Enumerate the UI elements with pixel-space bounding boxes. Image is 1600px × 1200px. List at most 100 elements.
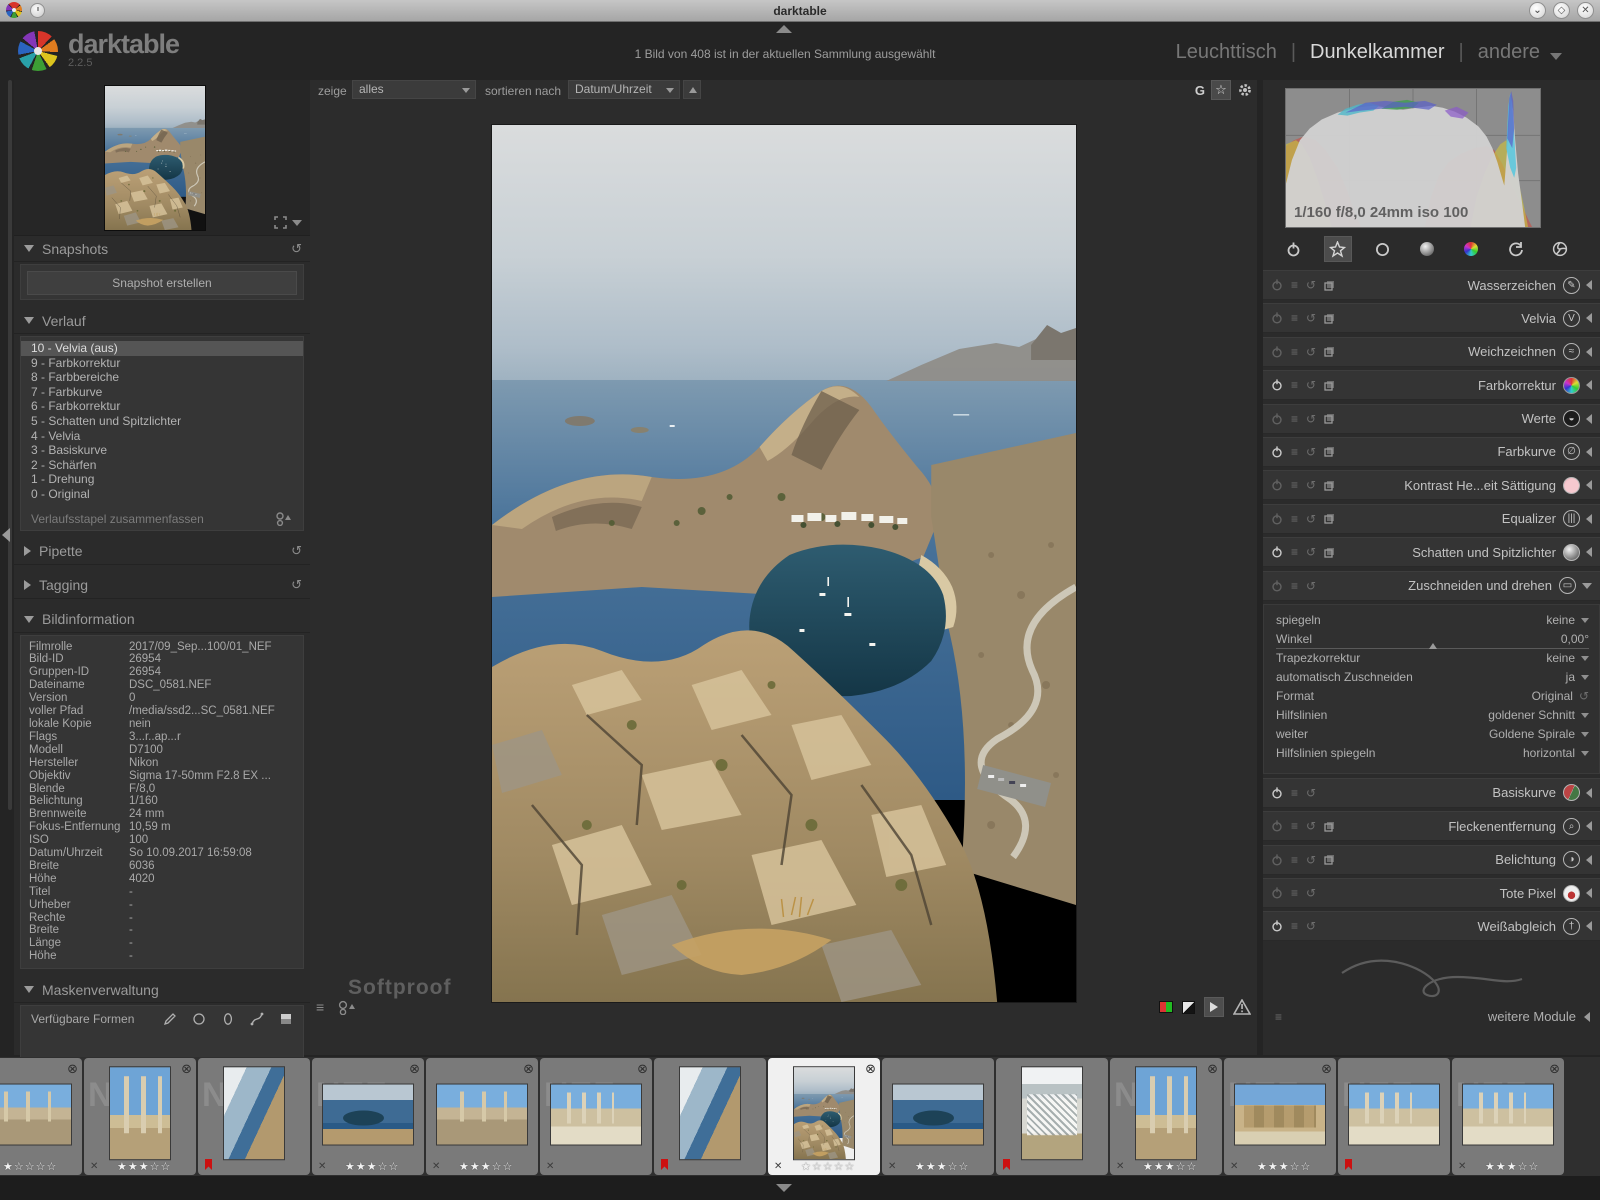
duplicate-manager-icon[interactable] [338,1000,356,1015]
section-reset-icon[interactable]: ↺ [291,241,302,257]
thumbnail-image[interactable] [1348,1083,1440,1145]
star-rating[interactable]: ★★★☆☆ [1485,1160,1539,1173]
reject-mark[interactable]: ✕ [1458,1161,1466,1172]
history-item[interactable]: 7 - Farbkurve [21,385,303,400]
thumbnail-image[interactable] [109,1066,171,1160]
module-expander-icon[interactable] [1586,313,1592,323]
filmstrip-cell[interactable]: NEF⊗✕★★★☆☆ [1224,1058,1336,1175]
softproof-toggle-icon[interactable] [1204,997,1224,1017]
zoom-fit-icon[interactable] [274,216,287,229]
collapse-filmstrip-handle[interactable] [776,1184,792,1192]
filmstrip-cell[interactable]: NEF⊗✕★★★☆☆ [1452,1058,1564,1175]
color-label-red-icon[interactable] [204,1159,213,1173]
module-presets-icon[interactable]: ≡ [1291,347,1298,357]
mask-ellipse-icon[interactable] [221,1012,235,1026]
param-format[interactable]: FormatOriginal↺ [1276,687,1589,706]
history-item[interactable]: 5 - Schatten und Spitzlichter [21,414,303,429]
module-expander-icon[interactable] [1586,821,1592,831]
combo-caret-icon[interactable] [1581,751,1589,756]
module-farbkorrektur[interactable]: ≡↺Farbkorrektur [1263,370,1600,400]
pipette-section-header[interactable]: Pipette ↺ [14,539,310,565]
module-presets-icon[interactable]: ≡ [1291,414,1298,424]
more-modules-row[interactable]: ≡ weitere Module [1263,1001,1600,1024]
group-membership-icon[interactable]: ⊗ [67,1061,78,1077]
color-group-tab[interactable] [1457,236,1485,262]
thumbnail-image[interactable] [793,1066,855,1160]
module-multi-instance-icon[interactable] [1324,280,1335,291]
module-tote-pixel[interactable]: ≡↺Tote Pixel [1263,878,1600,908]
module-expander-icon[interactable] [1586,888,1592,898]
thumbnail-image[interactable] [436,1083,528,1145]
module-multi-instance-icon[interactable] [1324,346,1335,357]
module-presets-icon[interactable]: ≡ [1291,888,1298,898]
module-presets-icon[interactable]: ≡ [1291,581,1298,591]
module-reset-icon[interactable]: ↺ [1306,821,1316,831]
group-membership-icon[interactable]: ⊗ [637,1061,648,1077]
section-reset-icon[interactable]: ↺ [291,543,302,559]
module-power-icon[interactable] [1271,546,1283,558]
history-item[interactable]: 1 - Drehung [21,472,303,487]
zoom-level-caret[interactable] [292,220,302,226]
module-power-icon[interactable] [1271,820,1283,832]
history-item[interactable]: 10 - Velvia (aus) [21,341,303,356]
module-power-icon[interactable] [1271,887,1283,899]
module-velvia[interactable]: ≡↺VelviaV [1263,303,1600,333]
thumbnail-image[interactable] [679,1066,741,1160]
module-equalizer[interactable]: ≡↺Equalizer||| [1263,504,1600,534]
collapse-left-panel-handle[interactable] [2,528,10,542]
module-expander-icon[interactable] [1586,855,1592,865]
module-presets-icon[interactable]: ≡ [1291,514,1298,524]
module-kontrast-he-eit-s-ttigung[interactable]: ≡↺Kontrast He...eit Sättigung [1263,470,1600,500]
star-rating[interactable]: ★☆☆☆☆ [801,1160,855,1173]
module-power-icon[interactable] [1271,479,1283,491]
module-multi-instance-icon[interactable] [1324,446,1335,457]
raw-overexposure-icon[interactable] [1233,999,1251,1015]
filmstrip-cell[interactable] [996,1058,1108,1175]
thumbnail-image[interactable] [550,1083,642,1145]
module-reset-icon[interactable]: ↺ [1306,414,1316,424]
module-power-icon[interactable] [1271,787,1283,799]
module-power-icon[interactable] [1271,580,1283,592]
module-presets-icon[interactable]: ≡ [1291,855,1298,865]
module-power-icon[interactable] [1271,920,1283,932]
module-reset-icon[interactable]: ↺ [1306,855,1316,865]
navigation-preview[interactable] [14,80,310,236]
mask-circle-icon[interactable] [192,1012,206,1026]
group-membership-icon[interactable]: ⊗ [1549,1061,1560,1077]
thumbnail-image[interactable] [223,1066,285,1160]
module-power-icon[interactable] [1271,312,1283,324]
module-power-icon[interactable] [1271,279,1283,291]
reject-mark[interactable]: ✕ [546,1161,554,1172]
color-label-red-icon[interactable] [660,1159,669,1173]
main-image[interactable] [492,125,1076,1002]
active-modules-tab[interactable] [1279,236,1307,262]
navigation-thumbnail[interactable] [104,85,206,231]
compress-history-icon[interactable] [275,512,293,526]
minimize-button[interactable]: ⌄ [1529,2,1546,19]
mask-gradient-icon[interactable] [279,1012,293,1026]
histogram[interactable]: 1/160 f/8,0 24mm iso 100 [1285,88,1541,228]
module-power-icon[interactable] [1271,346,1283,358]
module-farbkurve[interactable]: ≡↺Farbkurve∅ [1263,437,1600,467]
view-dunkelkammer[interactable]: Dunkelkammer [1310,41,1444,64]
filmstrip-cell[interactable]: NEF [198,1058,310,1175]
views-dropdown-caret[interactable] [1550,53,1562,60]
module-reset-icon[interactable]: ↺ [1306,547,1316,557]
param-automatisch-zuschneiden[interactable]: automatisch Zuschneidenja [1276,668,1589,687]
thumbnail-image[interactable] [892,1083,984,1145]
module-expander-icon[interactable] [1586,414,1592,424]
module-multi-instance-icon[interactable] [1324,821,1335,832]
effects-group-tab[interactable] [1546,236,1574,262]
tagging-section-header[interactable]: Tagging ↺ [14,573,310,599]
module-power-icon[interactable] [1271,379,1283,391]
module-weichzeichnen[interactable]: ≡↺Weichzeichnen≈ [1263,337,1600,367]
star-rating[interactable]: ★★★☆☆ [117,1160,171,1173]
reject-mark[interactable]: ✕ [1230,1161,1238,1172]
module-belichtung[interactable]: ≡↺Belichtung◑ [1263,845,1600,875]
history-section-header[interactable]: Verlauf [14,308,310,334]
filmstrip-cell[interactable]: ⊗✕★★★☆☆ [426,1058,538,1175]
reject-mark[interactable]: ✕ [318,1161,326,1172]
module-zuschneiden-und-drehen[interactable]: ≡↺Zuschneiden und drehen▭ [1263,571,1600,601]
overexposure-warning-icon[interactable] [1182,1001,1195,1014]
module-expander-icon[interactable] [1582,583,1592,589]
